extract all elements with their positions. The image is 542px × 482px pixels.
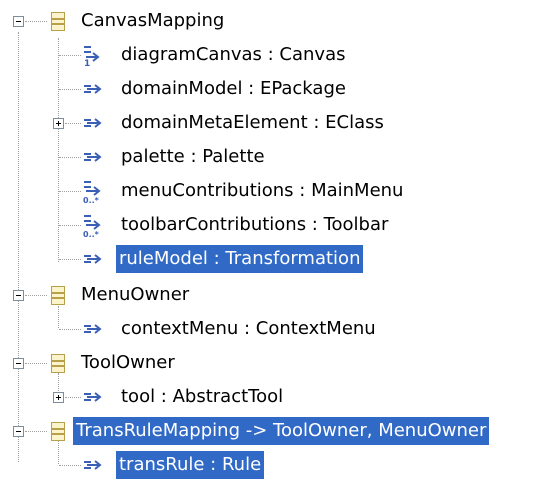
node-label-selected: ruleModel : Transformation xyxy=(116,245,364,273)
node-label: tool : AbstractTool xyxy=(121,386,284,407)
tree-node-canvas-mapping[interactable]: CanvasMapping xyxy=(0,4,542,38)
tree-node-context-menu[interactable]: contextMenu : ContextMenu xyxy=(0,312,542,346)
tree-node-rule-model[interactable]: ruleModel : Transformation xyxy=(0,242,542,276)
svg-text:1: 1 xyxy=(84,59,90,67)
node-label: menuContributions : MainMenu xyxy=(121,180,404,201)
reference-arrow-icon: 0..* xyxy=(83,181,101,204)
tree-node-menu-owner[interactable]: MenuOwner xyxy=(0,278,542,312)
tree-node-tool-owner[interactable]: ToolOwner xyxy=(0,346,542,380)
node-label: MenuOwner xyxy=(81,284,190,305)
expand-plus-icon[interactable] xyxy=(53,392,64,403)
expand-plus-icon[interactable] xyxy=(53,118,64,129)
node-label-selected: transRule : Rule xyxy=(116,451,265,479)
eclass-icon xyxy=(51,354,65,373)
eclass-icon xyxy=(51,286,65,305)
collapse-icon[interactable] xyxy=(13,16,24,27)
tree-node-toolbar-contributions[interactable]: 0..* toolbarContributions : Toolbar xyxy=(0,208,542,242)
tree-node-palette[interactable]: palette : Palette xyxy=(0,140,542,174)
reference-arrow-icon: 1 xyxy=(84,46,100,67)
reference-arrow-icon xyxy=(84,460,102,470)
tree-node-trans-rule[interactable]: transRule : Rule xyxy=(0,448,542,482)
node-label: diagramCanvas : Canvas xyxy=(121,44,346,65)
model-tree: CanvasMapping 1 diagramCanvas : Canvas d… xyxy=(0,0,542,480)
reference-arrow-icon xyxy=(84,84,102,94)
node-label: domainMetaElement : EClass xyxy=(121,112,384,133)
reference-arrow-icon xyxy=(84,254,102,264)
tree-node-diagram-canvas[interactable]: 1 diagramCanvas : Canvas xyxy=(0,38,542,72)
tree-node-menu-contributions[interactable]: 0..* menuContributions : MainMenu xyxy=(0,174,542,208)
reference-arrow-icon xyxy=(84,152,102,162)
node-label: ToolOwner xyxy=(81,352,175,373)
node-label-selected: TransRuleMapping -> ToolOwner, MenuOwner xyxy=(73,417,490,445)
tree-node-tool[interactable]: tool : AbstractTool xyxy=(0,380,542,414)
svg-text:0..*: 0..* xyxy=(83,196,100,204)
node-label: toolbarContributions : Toolbar xyxy=(121,214,389,235)
node-label: domainModel : EPackage xyxy=(121,78,346,99)
node-label: palette : Palette xyxy=(121,146,265,167)
eclass-icon xyxy=(51,12,65,31)
eclass-icon xyxy=(51,422,65,441)
collapse-icon[interactable] xyxy=(13,290,24,301)
tree-node-domain-meta-element[interactable]: domainMetaElement : EClass xyxy=(0,106,542,140)
reference-arrow-icon xyxy=(84,118,102,128)
collapse-icon[interactable] xyxy=(13,426,24,437)
collapse-icon[interactable] xyxy=(13,358,24,369)
node-label: CanvasMapping xyxy=(81,10,225,31)
tree-node-domain-model[interactable]: domainModel : EPackage xyxy=(0,72,542,106)
reference-arrow-icon xyxy=(84,324,102,334)
reference-arrow-icon: 0..* xyxy=(83,215,101,238)
tree-node-trans-rule-mapping[interactable]: TransRuleMapping -> ToolOwner, MenuOwner xyxy=(0,414,542,448)
svg-text:0..*: 0..* xyxy=(83,230,100,238)
node-label: contextMenu : ContextMenu xyxy=(121,318,376,339)
reference-arrow-icon xyxy=(84,392,102,402)
